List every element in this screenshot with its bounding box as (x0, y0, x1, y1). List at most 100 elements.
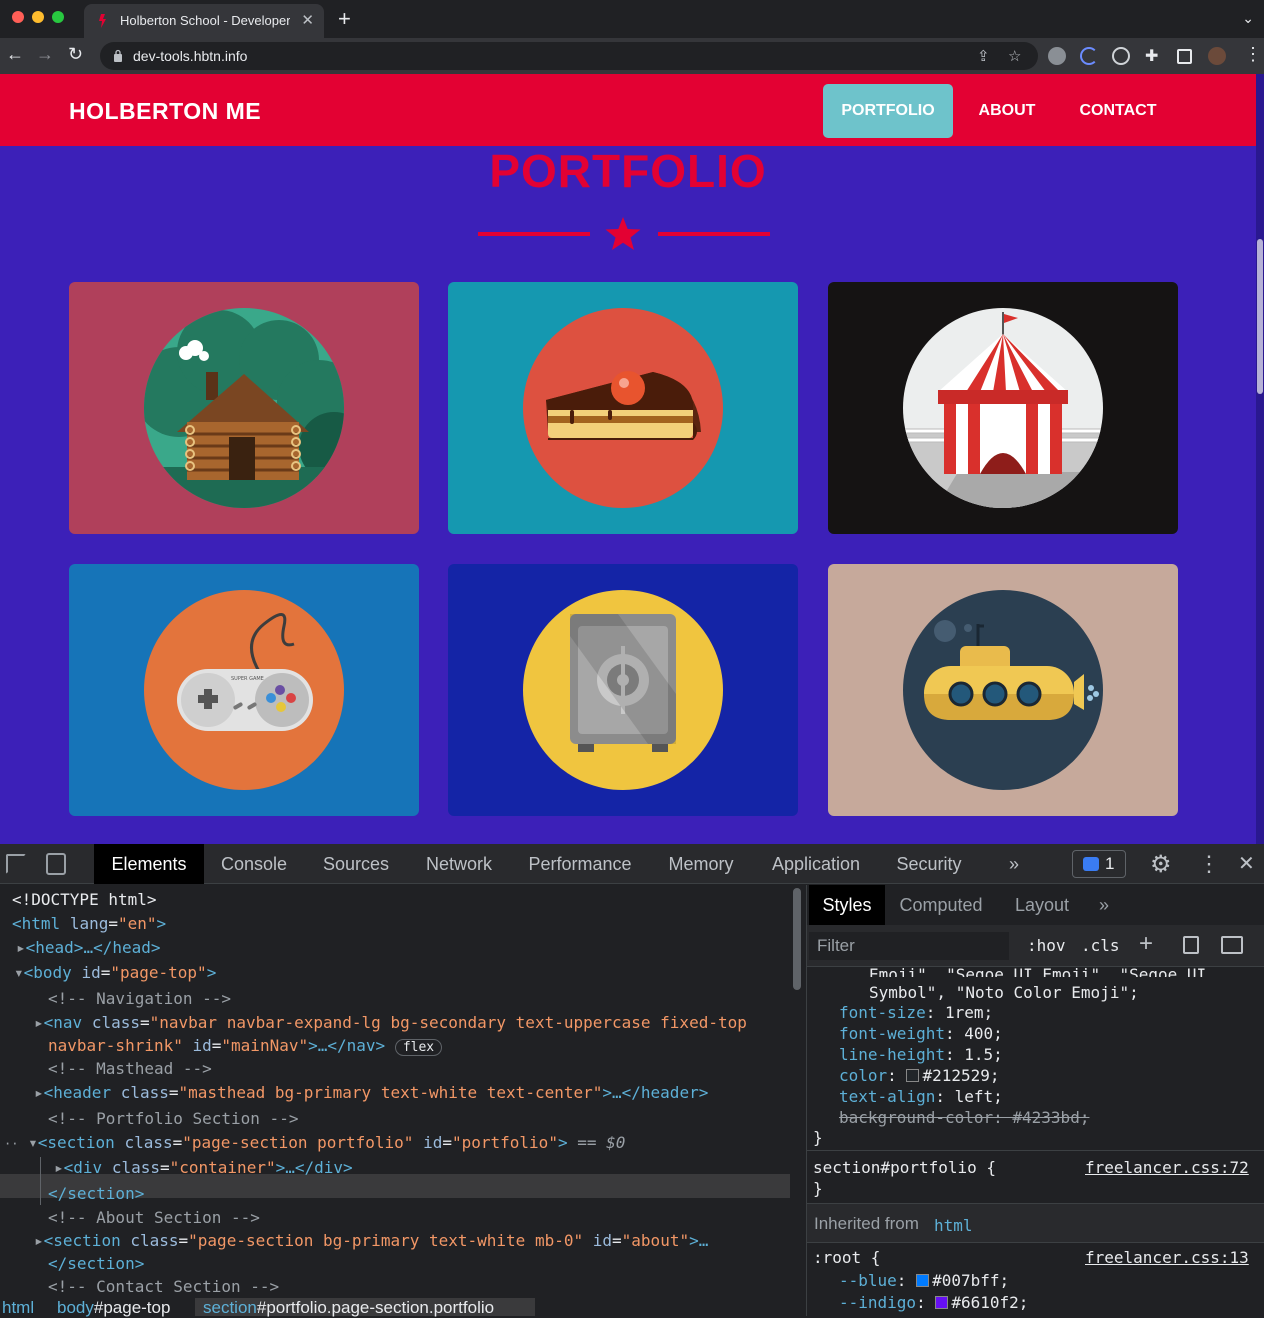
tab-styles[interactable]: Styles (809, 885, 885, 925)
color-palette-icon[interactable] (1183, 936, 1199, 954)
nav-link-about[interactable]: ABOUT (962, 84, 1052, 138)
portfolio-item-game-controller[interactable]: SUPER GAME (69, 564, 419, 816)
tab-security[interactable]: Security (884, 844, 974, 884)
dom-line-section-about[interactable]: ▸<section class="page-section bg-primary… (34, 1231, 708, 1250)
collapse-triangle-icon[interactable]: ▾ (14, 963, 24, 982)
minimize-window-button[interactable] (32, 11, 44, 23)
dom-line-section2-end[interactable]: </section> (48, 1254, 144, 1273)
close-window-button[interactable] (12, 11, 24, 23)
expand-triangle-icon[interactable]: ▸ (34, 1013, 44, 1032)
breadcrumb-html[interactable]: html (2, 1298, 34, 1318)
inherited-tag[interactable]: html (934, 1216, 973, 1235)
expand-triangle-icon[interactable]: ▸ (34, 1231, 44, 1250)
flex-badge[interactable]: flex (394, 1039, 443, 1056)
dom-line-section-close[interactable]: </section> (48, 1184, 144, 1203)
profile-avatar[interactable] (1208, 47, 1226, 65)
style-var-blue[interactable]: --blue: #007bff; (839, 1271, 1009, 1290)
styles-more-chevron-icon[interactable]: » (1089, 885, 1119, 925)
portfolio-item-cake[interactable] (448, 282, 798, 534)
portfolio-item-cabin[interactable] (69, 282, 419, 534)
dom-comment-navigation[interactable]: <!-- Navigation --> (48, 989, 231, 1008)
style-prop-color[interactable]: color: #212529; (839, 1066, 1000, 1085)
close-tab-icon[interactable]: ✕ (301, 11, 314, 29)
tab-layout[interactable]: Layout (1003, 885, 1081, 925)
style-prop-line-height[interactable]: line-height: 1.5; (839, 1045, 1003, 1064)
device-toolbar-icon[interactable] (46, 853, 66, 875)
more-tabs-chevron-icon[interactable]: » (996, 844, 1032, 884)
dom-line-header[interactable]: ▸<header class="masthead bg-primary text… (34, 1083, 708, 1102)
dom-line-head[interactable]: ▸<head>…</head> (16, 938, 161, 957)
portfolio-item-submarine[interactable] (828, 564, 1178, 816)
toggle-sidebar-icon[interactable] (1221, 936, 1243, 954)
page-scrollbar-track[interactable] (1256, 74, 1264, 844)
section-portfolio-selector[interactable]: section#portfolio { (813, 1158, 996, 1177)
expand-triangle-icon[interactable]: ▸ (34, 1083, 44, 1102)
cls-toggle[interactable]: .cls (1081, 936, 1120, 955)
new-style-rule-icon[interactable]: + (1139, 930, 1153, 958)
dom-line-body[interactable]: ▾<body id="page-top"> (14, 963, 216, 982)
root-selector[interactable]: :root { (813, 1248, 880, 1267)
dom-line-div-container[interactable]: ▸<div class="container">…</div> (54, 1158, 353, 1177)
dom-comment-masthead[interactable]: <!-- Masthead --> (48, 1059, 212, 1078)
tab-application[interactable]: Application (758, 844, 874, 884)
style-var-indigo[interactable]: --indigo: #6610f2; (839, 1293, 1028, 1312)
devtools-menu-icon[interactable]: ⋮ (1198, 851, 1220, 877)
styles-filter-input[interactable]: Filter (809, 932, 1009, 960)
dom-line-nav[interactable]: ▸<nav class="navbar navbar-expand-lg bg-… (34, 1013, 747, 1032)
dom-comment-about[interactable]: <!-- About Section --> (48, 1208, 260, 1227)
issues-button[interactable]: 1 (1072, 850, 1126, 878)
close-devtools-icon[interactable]: ✕ (1238, 851, 1255, 876)
browser-tab[interactable]: Holberton School - Developer Tools ✕ (84, 4, 324, 38)
browser-menu-icon[interactable]: ⋮ (1244, 44, 1262, 65)
style-prop-text-align[interactable]: text-align: left; (839, 1087, 1003, 1106)
dom-line-nav-cont[interactable]: navbar-shrink" id="mainNav">…</nav> flex (48, 1036, 443, 1056)
site-brand[interactable]: HOLBERTON ME (69, 98, 261, 125)
nav-link-portfolio[interactable]: PORTFOLIO (823, 84, 953, 138)
tab-elements[interactable]: Elements (94, 844, 204, 884)
back-icon[interactable]: ← (6, 44, 24, 65)
inspect-element-icon[interactable] (6, 854, 26, 874)
tab-search-chevron-icon[interactable]: ⌄ (1242, 10, 1254, 27)
address-bar[interactable]: dev-tools.hbtn.info ⇪ ☆ (100, 42, 1038, 70)
nav-link-contact[interactable]: CONTACT (1062, 84, 1174, 138)
source-link-freelancer-13[interactable]: freelancer.css:13 (1085, 1248, 1249, 1267)
tab-console[interactable]: Console (208, 844, 300, 884)
maximize-window-button[interactable] (52, 11, 64, 23)
tab-sources[interactable]: Sources (310, 844, 402, 884)
tab-network[interactable]: Network (412, 844, 506, 884)
color-swatch[interactable] (935, 1296, 949, 1309)
page-scrollbar-thumb[interactable] (1257, 239, 1263, 394)
extension-owl-icon[interactable] (1048, 47, 1066, 65)
style-prop-font-size[interactable]: font-size: 1rem; (839, 1003, 993, 1022)
dom-comment-portfolio[interactable]: <!-- Portfolio Section --> (48, 1109, 298, 1128)
color-swatch[interactable] (906, 1069, 920, 1082)
portfolio-item-safe[interactable] (448, 564, 798, 816)
dom-comment-contact[interactable]: <!-- Contact Section --> (48, 1277, 279, 1293)
style-prop-font-weight[interactable]: font-weight: 400; (839, 1024, 1003, 1043)
dom-line-html[interactable]: <html lang="en"> (12, 914, 166, 933)
elements-scrollbar-thumb[interactable] (793, 888, 801, 990)
new-tab-button[interactable]: + (338, 8, 351, 30)
side-panel-icon[interactable] (1177, 49, 1192, 64)
forward-icon[interactable]: → (36, 44, 54, 65)
color-swatch[interactable] (916, 1274, 930, 1287)
settings-gear-icon[interactable]: ⚙ (1150, 850, 1172, 879)
breadcrumb-body[interactable]: body#page-top (57, 1298, 170, 1318)
extension-react-icon[interactable] (1112, 47, 1130, 65)
hov-toggle[interactable]: :hov (1027, 936, 1066, 955)
dom-line-section-portfolio[interactable]: ·· ▾<section class="page-section portfol… (4, 1133, 625, 1152)
dom-line-doctype[interactable]: <!DOCTYPE html> (12, 890, 157, 909)
expand-triangle-icon[interactable]: ▸ (54, 1158, 64, 1177)
breadcrumb-section[interactable]: section#portfolio.page-section.portfolio (195, 1298, 535, 1317)
tab-performance[interactable]: Performance (516, 844, 644, 884)
bookmark-star-icon[interactable]: ☆ (1008, 47, 1021, 65)
source-link-freelancer-72[interactable]: freelancer.css:72 (1085, 1158, 1249, 1177)
expand-triangle-icon[interactable]: ▸ (16, 938, 26, 957)
style-prop-background-color-overridden[interactable]: background-color: #4233bd; (839, 1108, 1089, 1127)
tab-computed[interactable]: Computed (893, 885, 989, 925)
portfolio-item-circus-tent[interactable] (828, 282, 1178, 534)
collapse-triangle-icon[interactable]: ▾ (28, 1133, 38, 1152)
tab-memory[interactable]: Memory (654, 844, 748, 884)
share-icon[interactable]: ⇪ (977, 47, 990, 65)
reload-icon[interactable]: ↻ (68, 44, 83, 65)
